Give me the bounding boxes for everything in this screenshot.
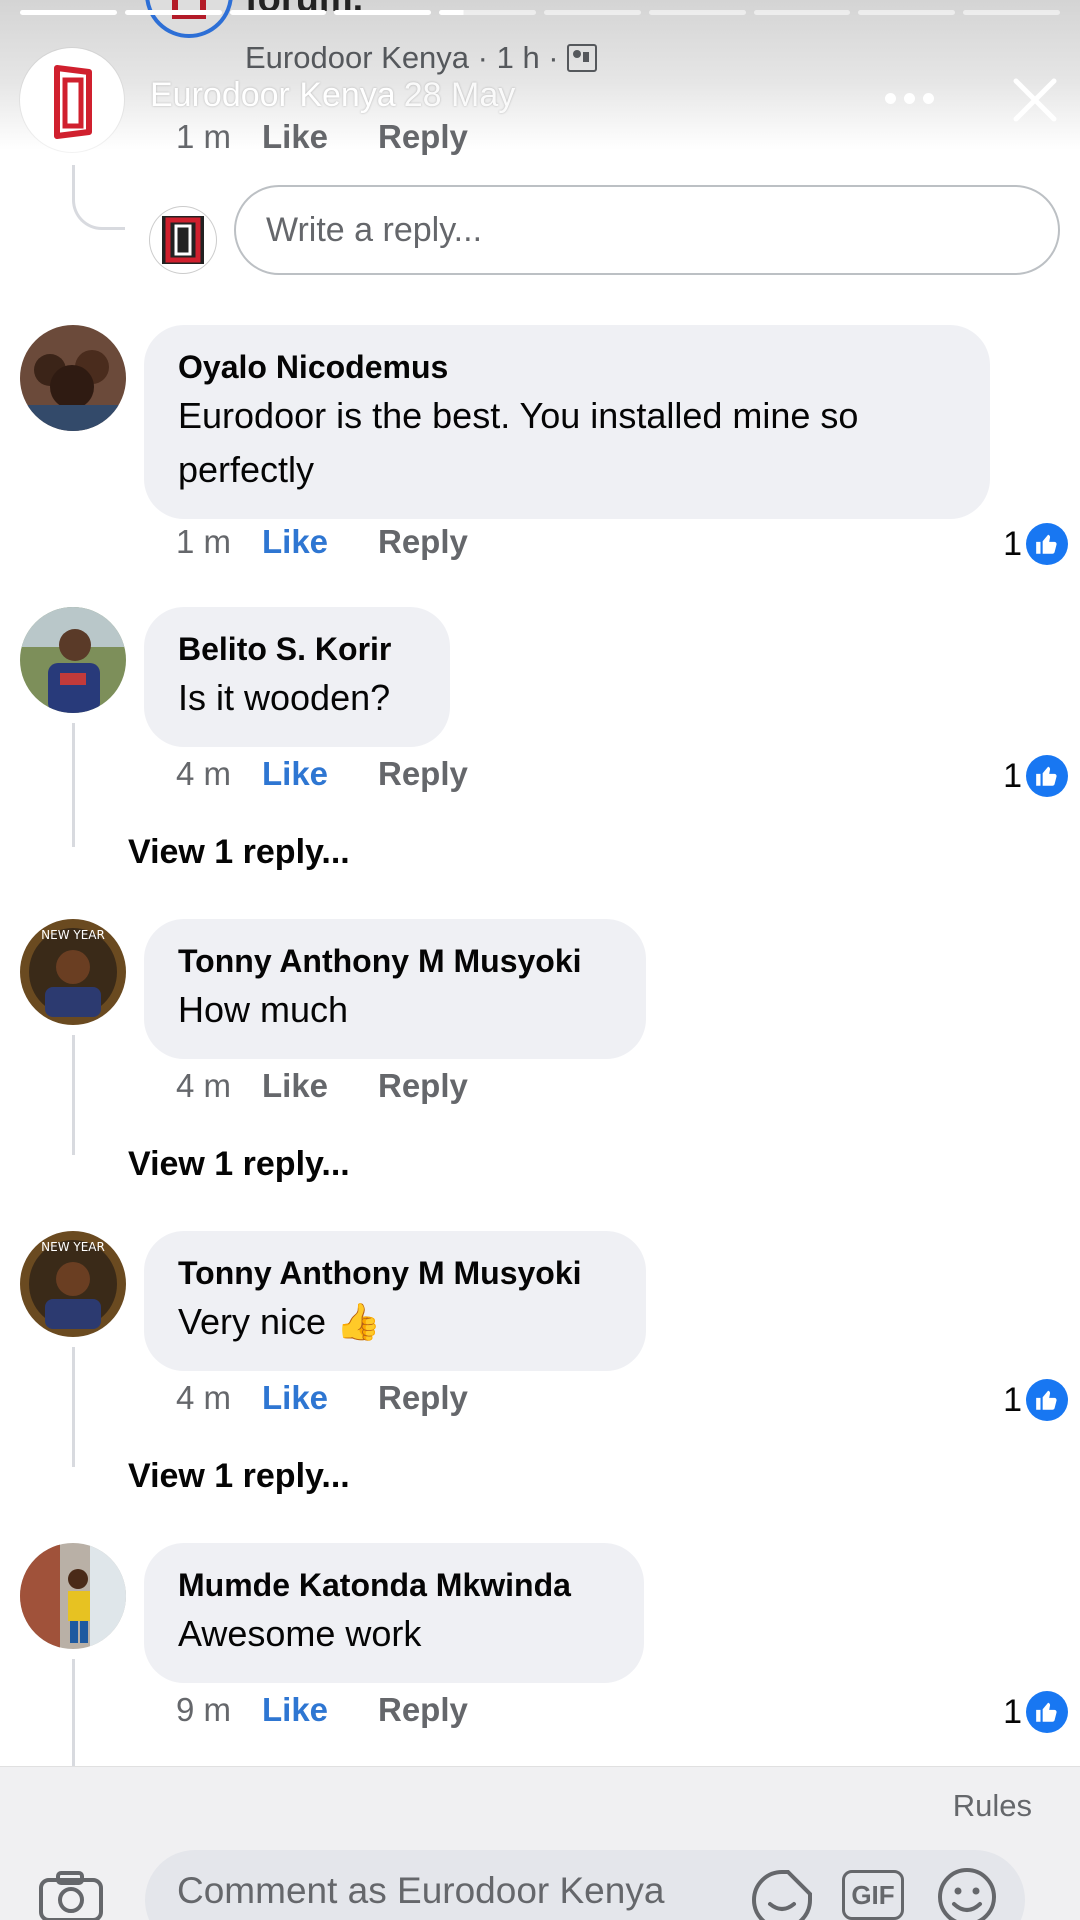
page-reply-actions: 1 m Like Reply	[176, 118, 468, 156]
progress-segment	[963, 10, 1060, 15]
comment-actions: 4 m Like Reply	[176, 755, 468, 793]
thumbs-up-icon	[1026, 755, 1068, 797]
reply-thread-line	[72, 1659, 75, 1769]
comment-text: Is it wooden?	[178, 677, 391, 718]
eurodoor-logo	[54, 65, 92, 139]
emoji-icon[interactable]	[936, 1866, 998, 1920]
write-reply-input[interactable]: Write a reply...	[234, 185, 1060, 275]
gif-icon[interactable]: GIF	[842, 1870, 904, 1920]
thumbs-up-icon	[1026, 1691, 1068, 1733]
reaction-count[interactable]: 1	[1003, 1691, 1068, 1733]
progress-segment	[543, 10, 641, 15]
comment-time: 1 m	[176, 118, 232, 155]
svg-text:NEW YEAR: NEW YEAR	[41, 1240, 105, 1254]
comment-bubble: Belito S. Korir Is it wooden?	[144, 607, 450, 747]
reaction-count-value: 1	[1003, 1380, 1022, 1419]
view-replies-link[interactable]: View 1 reply...	[128, 1457, 350, 1496]
svg-text:NEW YEAR: NEW YEAR	[41, 928, 105, 942]
progress-segment	[858, 10, 956, 15]
current-user-avatar	[150, 207, 216, 273]
like-button[interactable]: Like	[262, 1691, 378, 1729]
comment-time: 4 m	[176, 1379, 232, 1416]
comment-bubble: Tonny Anthony M Musyoki Very nice 👍	[144, 1231, 646, 1371]
thumbs-up-icon	[1026, 523, 1068, 565]
progress-segment	[229, 10, 327, 15]
comment-bubble: Tonny Anthony M Musyoki How much	[144, 919, 646, 1059]
thumbs-up-icon	[1026, 1379, 1068, 1421]
like-button[interactable]: Like	[262, 755, 378, 793]
reply-button[interactable]: Reply	[378, 523, 468, 561]
story-progress-bar	[20, 10, 1060, 16]
comment-actions: 4 m Like Reply	[176, 1379, 468, 1417]
close-icon[interactable]	[1010, 75, 1060, 125]
comment-actions: 1 m Like Reply	[176, 523, 468, 561]
comment-time: 1 m	[176, 523, 232, 560]
progress-segment	[648, 10, 746, 15]
like-button[interactable]: Like	[262, 118, 378, 156]
view-replies-link[interactable]: View 1 reply...	[128, 1145, 350, 1184]
commenter-name[interactable]: Belito S. Korir	[178, 627, 416, 671]
more-icon[interactable]	[885, 78, 945, 118]
reply-thread-connector	[72, 803, 111, 847]
story-page-avatar[interactable]	[20, 48, 124, 152]
reaction-count[interactable]: 1	[1003, 1379, 1068, 1421]
story-page-name-text: Eurodoor Kenya	[150, 76, 396, 114]
reply-button[interactable]: Reply	[378, 1691, 468, 1729]
progress-segment	[124, 10, 222, 15]
progress-segment	[334, 10, 432, 15]
reply-button[interactable]: Reply	[378, 1379, 468, 1417]
like-button[interactable]: Like	[262, 1379, 378, 1417]
commenter-avatar[interactable]	[20, 607, 126, 713]
reply-thread-line	[72, 1347, 75, 1467]
reaction-count[interactable]: 1	[1003, 755, 1068, 797]
commenter-avatar[interactable]: NEW YEAR	[20, 919, 126, 1025]
reaction-count-value: 1	[1003, 524, 1022, 563]
reply-button[interactable]: Reply	[378, 1067, 468, 1105]
comment-text: Very nice 👍	[178, 1301, 381, 1342]
comment-actions: 9 m Like Reply	[176, 1691, 468, 1729]
reaction-count-value: 1	[1003, 1692, 1022, 1731]
rules-link[interactable]: Rules	[953, 1788, 1032, 1824]
comment-text: Awesome work	[178, 1613, 422, 1654]
reply-button[interactable]: Reply	[378, 118, 468, 156]
reply-thread-line	[72, 1035, 75, 1155]
comment-text: How much	[178, 989, 349, 1030]
like-button[interactable]: Like	[262, 1067, 378, 1105]
post-meta: Eurodoor Kenya · 1 h ·	[245, 40, 597, 76]
sticker-icon[interactable]	[750, 1868, 814, 1920]
commenter-name[interactable]: Mumde Katonda Mkwinda	[178, 1563, 610, 1607]
comment-bubble: Oyalo Nicodemus Eurodoor is the best. Yo…	[144, 325, 990, 519]
comment-actions: 4 m Like Reply	[176, 1067, 468, 1105]
reaction-count[interactable]: 1	[1003, 523, 1068, 565]
progress-segment	[753, 10, 851, 15]
camera-icon[interactable]	[38, 1870, 104, 1920]
story-date: 28 May	[403, 76, 516, 114]
comment-time: 4 m	[176, 1067, 232, 1104]
reaction-count-value: 1	[1003, 756, 1022, 795]
comment-bubble: Mumde Katonda Mkwinda Awesome work	[144, 1543, 644, 1683]
commenter-name[interactable]: Tonny Anthony M Musyoki	[178, 939, 612, 983]
story-viewer: forum. Eurodoor Kenya · 1 h · Eurodoor K…	[0, 0, 1080, 1920]
reply-thread-line	[72, 723, 75, 813]
view-replies-link[interactable]: View 1 reply...	[128, 833, 350, 872]
commenter-name[interactable]: Tonny Anthony M Musyoki	[178, 1251, 612, 1295]
commenter-avatar[interactable]: NEW YEAR	[20, 1231, 126, 1337]
reply-button[interactable]: Reply	[378, 755, 468, 793]
story-page-name[interactable]: Eurodoor Kenya 28 May	[150, 76, 515, 115]
comment-text: Eurodoor is the best. You installed mine…	[178, 395, 859, 490]
audience-icon	[566, 44, 597, 72]
like-button[interactable]: Like	[262, 523, 378, 561]
post-meta-text: Eurodoor Kenya · 1 h ·	[245, 40, 559, 75]
reply-thread-connector	[72, 165, 125, 230]
comment-time: 4 m	[176, 755, 232, 792]
commenter-name[interactable]: Oyalo Nicodemus	[178, 345, 956, 389]
commenter-avatar[interactable]	[20, 1543, 126, 1649]
commenter-avatar[interactable]	[20, 325, 126, 431]
progress-segment	[439, 10, 536, 15]
comment-time: 9 m	[176, 1691, 232, 1728]
progress-segment	[20, 10, 117, 15]
